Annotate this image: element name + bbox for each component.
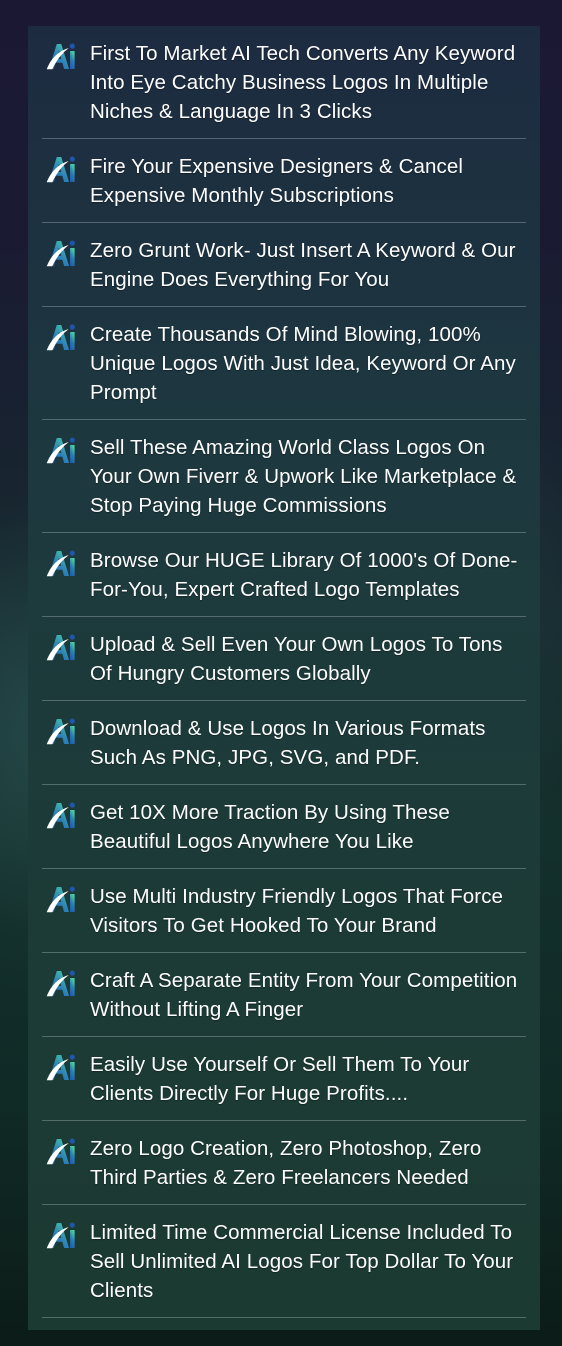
benefit-item: Get 10X More Traction By Using These Bea…: [42, 785, 526, 869]
ai-logo-icon: [46, 886, 75, 913]
benefit-item: Zero Grunt Work- Just Insert A Keyword &…: [42, 223, 526, 307]
benefit-item: Zero Logo Creation, Zero Photoshop, Zero…: [42, 1121, 526, 1205]
benefit-text: Upload & Sell Even Your Own Logos To Ton…: [90, 633, 503, 685]
ai-logo-icon: [46, 1138, 75, 1165]
benefit-text: Zero Logo Creation, Zero Photoshop, Zero…: [90, 1137, 482, 1189]
ai-logo-icon: [46, 1054, 75, 1081]
benefit-item: Browse Our HUGE Library Of 1000's Of Don…: [42, 533, 526, 617]
benefit-item: Upload & Sell Even Your Own Logos To Ton…: [42, 617, 526, 701]
page-root: First To Market AI Tech Converts Any Key…: [0, 0, 562, 1346]
benefit-item: Easily Use Yourself Or Sell Them To Your…: [42, 1037, 526, 1121]
benefit-item: Craft A Separate Entity From Your Compet…: [42, 953, 526, 1037]
benefit-text: Sell These Amazing World Class Logos On …: [90, 436, 517, 517]
benefit-text: Easily Use Yourself Or Sell Them To Your…: [90, 1053, 470, 1105]
ai-logo-icon: [46, 240, 75, 267]
ai-logo-icon: [46, 718, 75, 745]
benefit-text: Craft A Separate Entity From Your Compet…: [90, 969, 518, 1021]
benefit-text: Zero Grunt Work- Just Insert A Keyword &…: [90, 239, 516, 291]
benefits-list: First To Market AI Tech Converts Any Key…: [42, 26, 526, 1330]
benefit-text: Browse Our HUGE Library Of 1000's Of Don…: [90, 549, 518, 601]
benefits-card: First To Market AI Tech Converts Any Key…: [28, 26, 540, 1330]
ai-logo-icon: [46, 324, 75, 351]
ai-logo-icon: [46, 156, 75, 183]
benefit-text: First To Market AI Tech Converts Any Key…: [90, 42, 516, 123]
benefit-item: Sell These Amazing World Class Logos On …: [42, 420, 526, 533]
benefit-item: Limited Time Commercial License Included…: [42, 1205, 526, 1318]
benefit-text: Download & Use Logos In Various Formats …: [90, 717, 486, 769]
ai-logo-icon: [46, 634, 75, 661]
benefit-item: Download & Use Logos In Various Formats …: [42, 701, 526, 785]
benefit-item: Use Multi Industry Friendly Logos That F…: [42, 869, 526, 953]
ai-logo-icon: [46, 802, 75, 829]
ai-logo-icon: [46, 970, 75, 997]
benefit-text: Fire Your Expensive Designers & Cancel E…: [90, 155, 463, 207]
ai-logo-icon: [46, 550, 75, 577]
benefit-item: Nothing To Download, Install Or Customiz…: [42, 1318, 526, 1330]
ai-logo-icon: [46, 43, 75, 70]
benefit-item: Create Thousands Of Mind Blowing, 100% U…: [42, 307, 526, 420]
benefit-text: Create Thousands Of Mind Blowing, 100% U…: [90, 323, 516, 404]
benefit-text: Use Multi Industry Friendly Logos That F…: [90, 885, 504, 937]
ai-logo-icon: [46, 437, 75, 464]
benefit-text: Limited Time Commercial License Included…: [90, 1221, 514, 1302]
benefit-item: First To Market AI Tech Converts Any Key…: [42, 26, 526, 139]
ai-logo-icon: [46, 1222, 75, 1249]
benefit-item: Fire Your Expensive Designers & Cancel E…: [42, 139, 526, 223]
benefit-text: Get 10X More Traction By Using These Bea…: [90, 801, 450, 853]
